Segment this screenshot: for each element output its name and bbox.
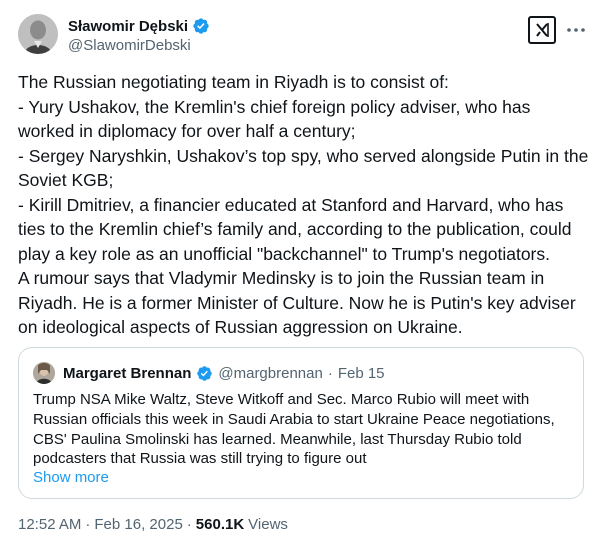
quoted-author-display-name: Margaret Brennan: [63, 364, 192, 382]
more-icon: [567, 28, 585, 32]
show-more-link[interactable]: Show more: [33, 469, 109, 486]
quoted-author-handle: @margbrennan: [218, 364, 323, 382]
footer-separator: ·: [186, 516, 192, 533]
grok-icon: [536, 23, 549, 37]
tweet-footer: 12:52 AM · Feb 16, 2025 · 560.1K Views: [18, 516, 288, 533]
quoted-author-avatar: [33, 362, 55, 384]
author-avatar[interactable]: [18, 14, 58, 54]
quoted-tweet-text: Trump NSA Mike Waltz, Steve Witkoff and …: [33, 391, 555, 468]
footer-separator: ·: [85, 516, 91, 533]
verified-badge-icon: [193, 18, 209, 34]
views-label: Views: [248, 516, 288, 533]
grok-button[interactable]: [528, 16, 556, 44]
views-count: 560.1K: [195, 516, 245, 533]
verified-badge-icon: [197, 365, 213, 381]
author-handle[interactable]: @SlawomirDebski: [68, 37, 210, 54]
quoted-date: Feb 15: [337, 364, 385, 382]
more-button[interactable]: [564, 18, 588, 42]
quoted-separator: ·: [327, 364, 333, 382]
tweet-time[interactable]: 12:52 AM: [18, 516, 81, 533]
tweet: Sławomir Dębski @SlawomirDebski The Russ…: [0, 0, 604, 554]
tweet-text: The Russian negotiating team in Riyadh i…: [18, 72, 589, 337]
tweet-date[interactable]: Feb 16, 2025: [94, 516, 182, 533]
quoted-tweet[interactable]: Margaret Brennan @margbrennan · Feb 15 T…: [18, 347, 584, 499]
author-names: Sławomir Dębski @SlawomirDebski: [68, 16, 210, 54]
quoted-tweet-header: Margaret Brennan @margbrennan · Feb 15: [33, 362, 385, 384]
author-display-name[interactable]: Sławomir Dębski: [68, 18, 188, 35]
tweet-header: Sławomir Dębski @SlawomirDebski: [18, 14, 588, 58]
